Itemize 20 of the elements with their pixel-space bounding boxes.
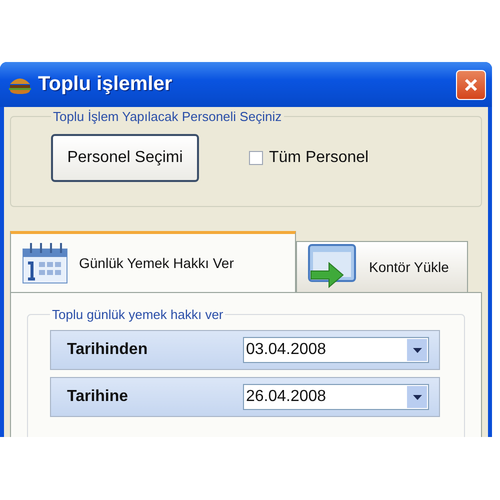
caret-icon [412, 348, 422, 352]
group-title: Toplu günlük yemek hakkı ver [51, 307, 224, 322]
close-button[interactable] [456, 70, 486, 100]
personnel-select-button[interactable]: Personel Seçimi [51, 134, 199, 182]
close-icon [463, 76, 479, 92]
date-picker[interactable]: 03.04.2008 [243, 337, 429, 363]
window-arrow-icon [307, 243, 359, 291]
date-label: Tarihine [67, 388, 128, 406]
window-title: Toplu işlemler [38, 73, 174, 96]
date-label: Tarihinden [67, 341, 148, 359]
caret-icon [412, 394, 422, 400]
dropdown-button[interactable] [407, 386, 427, 408]
checkbox[interactable] [249, 151, 263, 165]
dropdown-button[interactable] [407, 339, 427, 361]
group-title: Toplu İşlem Yapılacak Personeli Seçiniz [52, 109, 283, 124]
calendar-icon [21, 241, 69, 285]
checkbox-label: Tüm Personel [269, 149, 369, 167]
date-picker[interactable]: 26.04.2008 [243, 384, 429, 410]
tab[interactable]: Kontör Yükle [296, 241, 468, 292]
tab[interactable]: Günlük Yemek Hakkı Ver [10, 231, 296, 292]
